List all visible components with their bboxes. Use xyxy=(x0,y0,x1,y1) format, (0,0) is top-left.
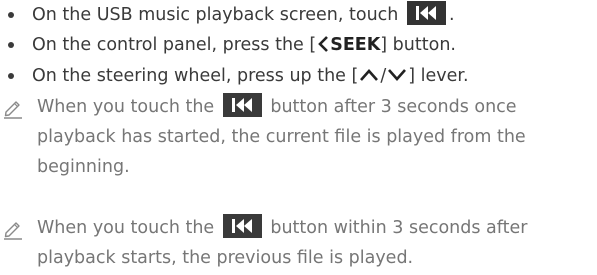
chevron-up-icon xyxy=(358,65,380,95)
note-text-before: When you touch the xyxy=(37,97,215,117)
manual-page: On the USB music playback screen, touch … xyxy=(0,0,597,275)
bullet-item-usb-screen: On the USB music playback screen, touch … xyxy=(0,0,597,30)
note-line: When you touch the button within 3 secon… xyxy=(37,213,527,243)
bullet-text-after: ] lever. xyxy=(408,66,469,86)
chevron-left-icon xyxy=(316,34,330,64)
bullet-dot xyxy=(8,73,14,79)
bullet-text: On the USB music playback screen, touch … xyxy=(32,0,455,30)
chevron-down-icon xyxy=(386,65,408,95)
pencil-note-icon xyxy=(2,218,24,240)
note-within-3-seconds: When you touch the button within 3 secon… xyxy=(0,213,597,275)
note-line: playback starts, the previous file is pl… xyxy=(37,248,414,268)
bullet-dot xyxy=(8,12,14,18)
bullet-text-after: . xyxy=(448,5,455,25)
bullet-text: On the steering wheel, press up the [/] … xyxy=(32,61,469,95)
skip-previous-button-icon xyxy=(222,214,262,238)
bullet-text-after: ] button. xyxy=(380,35,456,55)
skip-previous-button-icon xyxy=(222,93,262,117)
bullet-text: On the control panel, press the [ SEEK] b… xyxy=(32,30,456,64)
bullet-item-control-panel: On the control panel, press the [ SEEK] b… xyxy=(0,30,597,60)
bullet-text-before: On the steering wheel, press up the [ xyxy=(32,66,359,86)
note-line: When you touch the button after 3 second… xyxy=(37,92,517,122)
bullet-item-steering-wheel: On the steering wheel, press up the [/] … xyxy=(0,61,597,91)
pencil-note-icon xyxy=(2,97,24,119)
note-text-after: button after 3 seconds once xyxy=(270,97,517,117)
skip-previous-button-icon xyxy=(406,1,446,25)
note-text-before: When you touch the xyxy=(37,218,215,238)
note-line: playback has started, the current file i… xyxy=(37,127,526,147)
note-after-3-seconds: When you touch the button after 3 second… xyxy=(0,92,597,188)
bullet-text-before: On the USB music playback screen, touch xyxy=(32,5,399,25)
note-line: beginning. xyxy=(37,157,130,177)
note-text-after: button within 3 seconds after xyxy=(270,218,528,238)
bullet-text-before: On the control panel, press the [ xyxy=(32,35,317,55)
seek-key-label: SEEK xyxy=(330,35,381,55)
bullet-dot xyxy=(8,42,14,48)
